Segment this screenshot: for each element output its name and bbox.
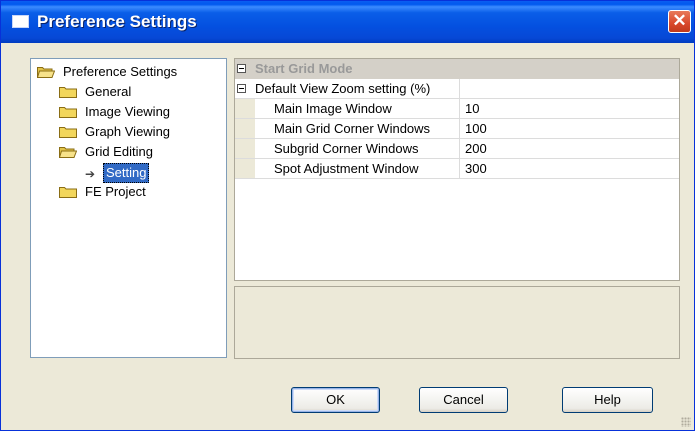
- folder-icon: [59, 87, 77, 98]
- window-icon: [12, 15, 29, 28]
- tree-item-label: Preference Settings: [63, 64, 178, 79]
- ok-button[interactable]: OK: [291, 387, 380, 413]
- title-bar[interactable]: Preference Settings ✕: [1, 1, 694, 43]
- open-folder-icon: [59, 147, 77, 158]
- help-button[interactable]: Help: [562, 387, 653, 413]
- property-grid: Start Grid Mode Default View Zoom settin…: [234, 58, 680, 281]
- grid-property-row[interactable]: Subgrid Corner Windows 200: [235, 139, 679, 159]
- folder-icon: [59, 127, 77, 138]
- folder-icon: [59, 187, 77, 198]
- description-panel: [234, 286, 680, 359]
- property-value[interactable]: 200: [465, 139, 487, 158]
- grid-property-row[interactable]: Main Image Window 10: [235, 99, 679, 119]
- tree-item-label: Setting: [103, 163, 150, 183]
- property-value[interactable]: 10: [465, 99, 479, 118]
- tree-item-label: General: [85, 84, 132, 99]
- column-divider: [459, 79, 460, 98]
- column-divider: [459, 159, 460, 178]
- grid-property-row[interactable]: Spot Adjustment Window 300: [235, 159, 679, 179]
- property-name: Main Image Window: [274, 101, 392, 116]
- grid-category-row[interactable]: Start Grid Mode: [235, 59, 679, 79]
- cancel-button[interactable]: Cancel: [419, 387, 508, 413]
- row-margin: [235, 159, 255, 178]
- tree-item-label: Image Viewing: [85, 104, 171, 119]
- column-divider: [459, 139, 460, 158]
- close-button[interactable]: ✕: [668, 10, 691, 33]
- column-divider: [459, 119, 460, 138]
- folder-icon: [59, 107, 77, 118]
- row-margin: [235, 119, 255, 138]
- collapse-icon[interactable]: [237, 64, 246, 73]
- settings-tree: Preference Settings General Image Viewin…: [30, 58, 227, 358]
- grid-group-row[interactable]: Default View Zoom setting (%): [235, 79, 679, 99]
- preference-settings-dialog: Preference Settings ✕ Preference Setting…: [0, 0, 695, 431]
- collapse-icon[interactable]: [237, 84, 246, 93]
- tree-item-label: Graph Viewing: [85, 124, 171, 139]
- tree-item-label: Grid Editing: [85, 144, 153, 159]
- window-title: Preference Settings: [37, 12, 197, 31]
- property-name: Spot Adjustment Window: [274, 161, 419, 176]
- open-folder-icon: [37, 67, 55, 78]
- row-margin: [235, 99, 255, 118]
- property-value[interactable]: 300: [465, 159, 487, 178]
- grid-property-row[interactable]: Main Grid Corner Windows 100: [235, 119, 679, 139]
- tree-item-label: FE Project: [85, 184, 146, 199]
- category-label: Start Grid Mode: [255, 61, 353, 76]
- column-divider: [459, 99, 460, 118]
- property-name: Subgrid Corner Windows: [274, 141, 419, 156]
- property-value[interactable]: 100: [465, 119, 487, 138]
- row-margin: [235, 139, 255, 158]
- property-name: Main Grid Corner Windows: [274, 121, 431, 136]
- arrow-right-icon: ➔: [85, 167, 96, 181]
- resize-grip-icon[interactable]: [681, 417, 691, 427]
- group-label: Default View Zoom setting (%): [255, 81, 431, 96]
